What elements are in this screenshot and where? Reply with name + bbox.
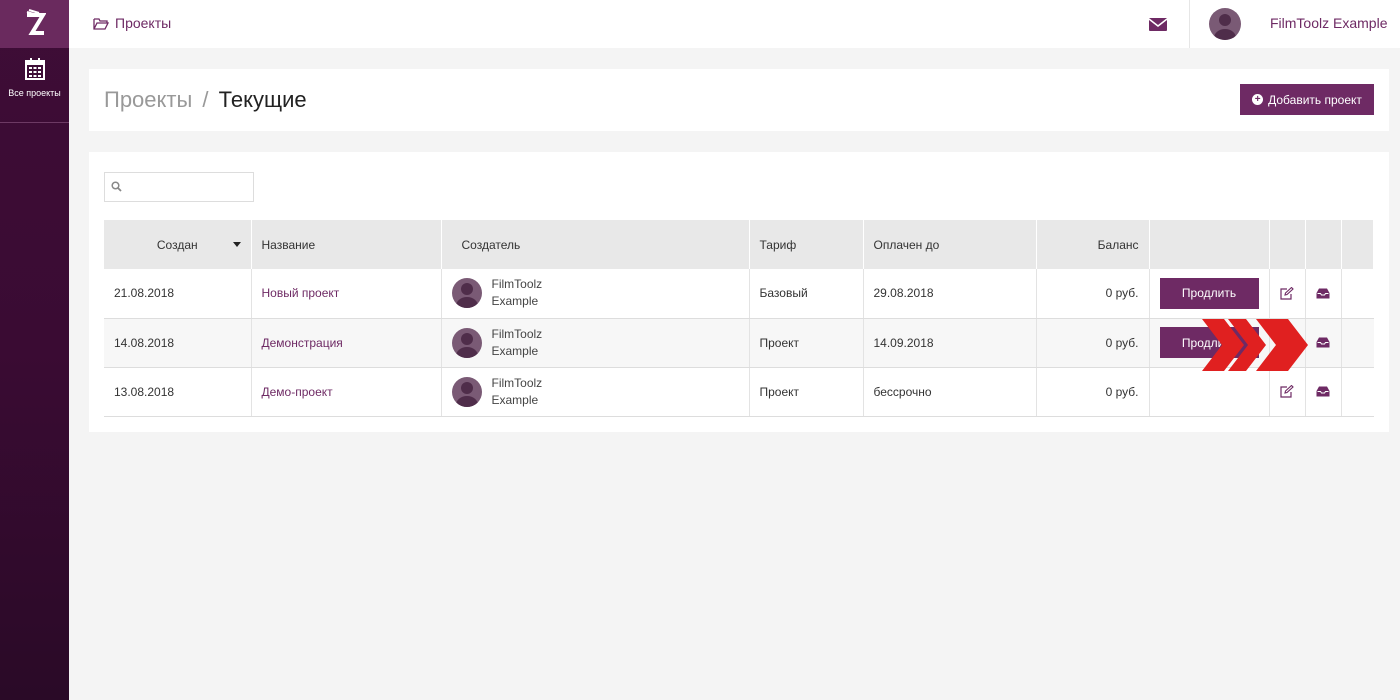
cell-paid-until: бессрочно (863, 367, 1037, 417)
cell-creator: FilmToolz Example (441, 318, 750, 368)
creator-last: Example (491, 343, 539, 358)
title-separator: / (202, 87, 209, 112)
logo-icon (26, 9, 46, 35)
avatar (451, 327, 482, 358)
user-silhouette-icon (455, 283, 478, 309)
cell-extra (1341, 269, 1374, 319)
user-silhouette-icon (1214, 14, 1236, 40)
column-header-tariff[interactable]: Тариф (749, 220, 864, 269)
column-header-archive (1305, 220, 1342, 269)
table-row: 14.08.2018 Демонстрация FilmToolz Example… (104, 318, 1374, 368)
cell-created: 13.08.2018 (104, 367, 252, 417)
app-logo[interactable] (0, 0, 69, 48)
cell-created: 21.08.2018 (104, 269, 252, 319)
cell-created: 14.08.2018 (104, 318, 252, 368)
edit-icon[interactable] (1280, 286, 1294, 300)
column-header-paid-until[interactable]: Оплачен до (863, 220, 1037, 269)
page-header: Проекты / Текущие + Добавить проект (89, 69, 1389, 131)
add-project-button[interactable]: + Добавить проект (1240, 84, 1374, 115)
cell-action (1149, 367, 1270, 417)
envelope-icon (1148, 18, 1168, 31)
sidebar-item-all-projects[interactable]: Все проекты (0, 48, 69, 123)
search-input[interactable] (104, 172, 254, 202)
cell-archive (1305, 269, 1342, 319)
creator-first: FilmToolz (491, 326, 543, 341)
messages-button[interactable] (1148, 14, 1168, 37)
user-name[interactable]: FilmToolz Example (1270, 15, 1387, 31)
user-silhouette-icon (455, 332, 478, 358)
breadcrumb-label: Проекты (115, 15, 172, 31)
user-silhouette-icon (455, 381, 478, 407)
folder-open-icon (93, 17, 109, 30)
cell-name: Демо-проект (251, 367, 442, 417)
topbar-divider (1189, 0, 1190, 48)
cell-creator: FilmToolz Example (441, 367, 750, 417)
column-header-balance[interactable]: Баланс (1036, 220, 1150, 269)
column-header-created[interactable]: Создан (104, 220, 252, 269)
inbox-icon[interactable] (1316, 288, 1330, 299)
inbox-icon[interactable] (1316, 337, 1330, 348)
cell-balance: 0 руб. (1036, 318, 1150, 368)
cell-tariff: Проект (749, 367, 864, 417)
cell-balance: 0 руб. (1036, 367, 1150, 417)
column-header-name[interactable]: Название (251, 220, 442, 269)
cell-name: Новый проект (251, 269, 442, 319)
avatar[interactable] (1209, 8, 1241, 40)
page-title: Проекты / Текущие (104, 87, 307, 113)
creator-first: FilmToolz (491, 375, 543, 390)
search-icon (111, 181, 122, 192)
projects-panel: Создан Название Создатель Тариф Оплачен … (89, 152, 1389, 432)
cell-archive (1305, 367, 1342, 417)
inbox-icon[interactable] (1316, 386, 1330, 397)
cell-action: Продлить (1149, 269, 1270, 319)
creator-last: Example (491, 392, 539, 407)
cell-extra (1341, 367, 1374, 417)
column-header-edit (1269, 220, 1306, 269)
table-row: 13.08.2018 Демо-проект FilmToolz Example … (104, 367, 1374, 417)
creator-last: Example (491, 294, 539, 309)
title-parent[interactable]: Проекты (104, 87, 192, 112)
table-row: 21.08.2018 Новый проект FilmToolz Example… (104, 269, 1374, 319)
cell-creator: FilmToolz Example (441, 269, 750, 319)
cell-balance: 0 руб. (1036, 269, 1150, 319)
table-header-row: Создан Название Создатель Тариф Оплачен … (104, 220, 1374, 269)
sidebar: Все проекты (0, 0, 69, 700)
avatar (451, 278, 482, 309)
project-name-link[interactable]: Новый проект (262, 286, 340, 300)
cell-edit (1269, 269, 1306, 319)
top-bar: Проекты FilmToolz Example (69, 0, 1400, 48)
edit-icon[interactable] (1280, 385, 1294, 398)
creator-first: FilmToolz (491, 277, 543, 292)
title-current: Текущие (218, 87, 307, 112)
sort-caret-icon (232, 242, 241, 247)
breadcrumb[interactable]: Проекты (93, 15, 171, 31)
sidebar-item-label: Все проекты (8, 88, 61, 98)
cell-paid-until: 29.08.2018 (863, 269, 1037, 319)
project-name-link[interactable]: Демо-проект (262, 385, 333, 399)
add-project-label: Добавить проект (1268, 92, 1362, 107)
cell-tariff: Проект (749, 318, 864, 368)
avatar (451, 376, 482, 407)
plus-circle-icon: + (1252, 94, 1264, 105)
cell-tariff: Базовый (749, 269, 864, 319)
cell-paid-until: 14.09.2018 (863, 318, 1037, 368)
cell-name: Демонстрация (251, 318, 442, 368)
calendar-icon (24, 58, 45, 80)
column-header-actions (1149, 220, 1270, 269)
pointer-arrows-icon (1202, 319, 1308, 371)
column-header-extra (1341, 220, 1374, 269)
project-name-link[interactable]: Демонстрация (262, 336, 343, 350)
extend-button[interactable]: Продлить (1159, 277, 1259, 309)
column-header-creator[interactable]: Создатель (441, 220, 750, 269)
cell-extra (1341, 318, 1374, 368)
column-label: Создан (156, 237, 198, 252)
projects-table: Создан Название Создатель Тариф Оплачен … (104, 220, 1374, 417)
cell-edit (1269, 367, 1306, 417)
